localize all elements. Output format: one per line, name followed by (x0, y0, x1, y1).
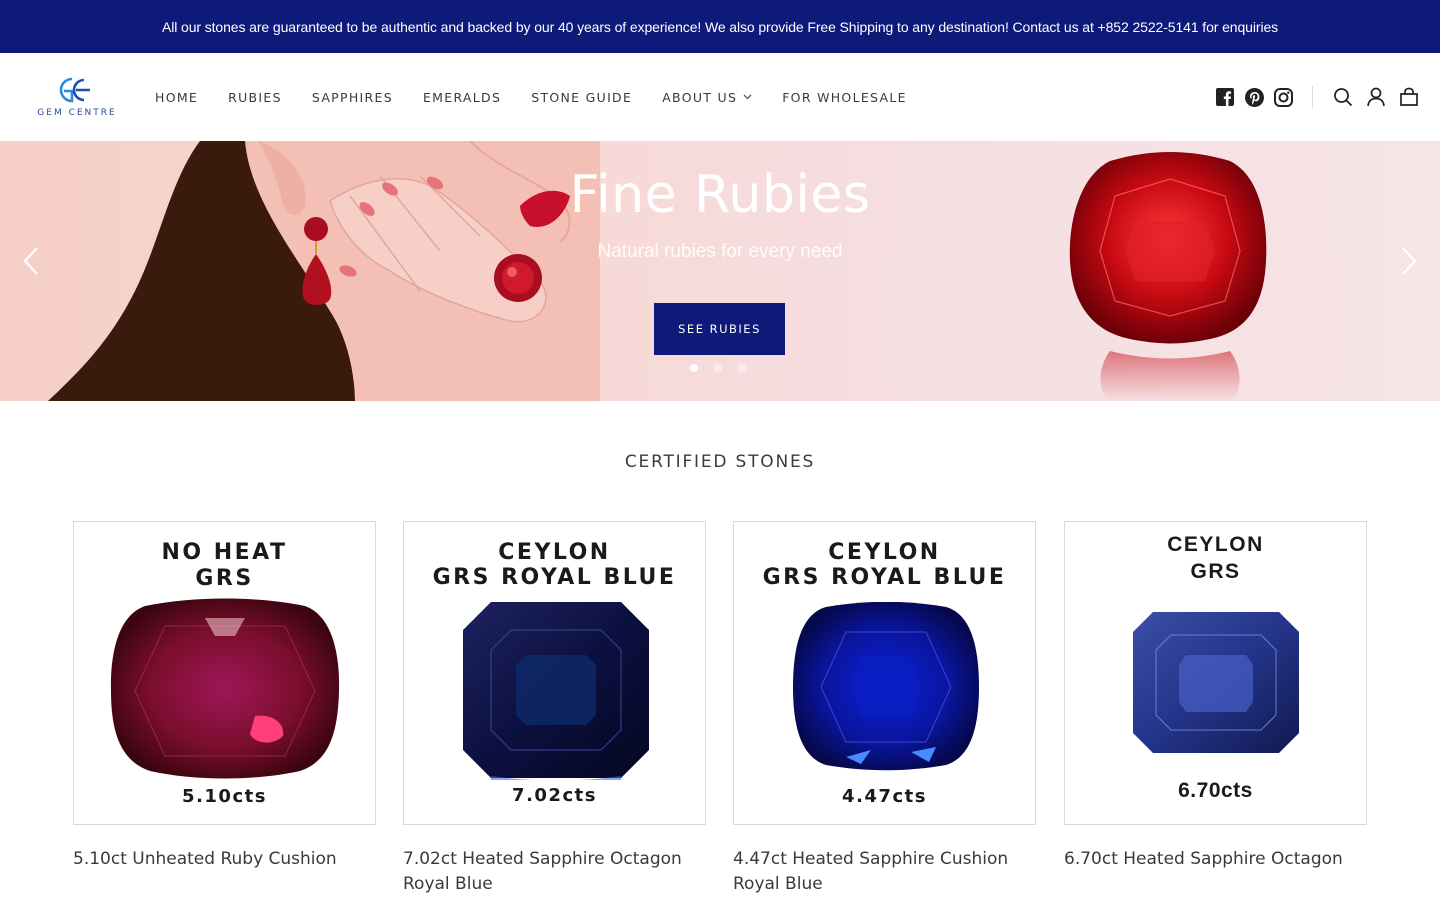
logo-text: GEM CENTRE (37, 108, 117, 118)
logo-mark-icon (59, 77, 90, 103)
product-label-line2: GRS (1190, 560, 1241, 583)
hero-subtitle: Natural rubies for every need (597, 241, 843, 262)
sapphire-gem-image (793, 602, 979, 771)
product-title[interactable]: 5.10ct Unheated Ruby Cushion (73, 847, 376, 872)
product-label-line2: GRS (195, 566, 254, 591)
product-card[interactable]: CEYLON GRS ROYAL BLUE 4.47cts 4.47ct Hea… (733, 521, 1036, 897)
header-divider (1312, 86, 1313, 108)
nav-label: HOME (155, 89, 199, 105)
slider-next-arrow[interactable] (1394, 241, 1424, 281)
product-weight-label: 4.47cts (842, 786, 927, 807)
chevron-down-icon (743, 94, 752, 100)
product-title[interactable]: 7.02ct Heated Sapphire Octagon Royal Blu… (403, 847, 706, 897)
nav-item-rubies[interactable]: RUBIES (228, 90, 282, 105)
main-nav: HOME RUBIES SAPPHIRES EMERALDS STONE GUI… (155, 53, 937, 141)
chevron-left-icon (23, 247, 38, 275)
nav-item-emeralds[interactable]: EMERALDS (423, 90, 501, 105)
instagram-icon[interactable] (1272, 86, 1294, 108)
nav-item-sapphires[interactable]: SAPPHIRES (312, 90, 393, 105)
product-title[interactable]: 6.70ct Heated Sapphire Octagon (1064, 847, 1367, 872)
product-label-line1: NO HEAT (161, 540, 288, 565)
announcement-bar: All our stones are guaranteed to be auth… (0, 0, 1440, 53)
section-title: CERTIFIED STONES (624, 452, 816, 472)
product-image[interactable]: NO HEAT GRS 5.10cts (73, 521, 376, 825)
see-rubies-button[interactable]: SEE RUBIES (654, 303, 785, 355)
product-card[interactable]: CEYLON GRS ROYAL BLUE 7.02cts 7.02ct Hea… (403, 521, 706, 897)
slider-prev-arrow[interactable] (16, 241, 46, 281)
product-weight-label: 6.70cts (1178, 779, 1253, 802)
product-card[interactable]: CEYLON GRS 6.70cts 6.70ct Heated Sapphir… (1064, 521, 1367, 872)
pinterest-icon[interactable] (1243, 86, 1265, 108)
product-label-line2: GRS ROYAL BLUE (762, 565, 1007, 590)
search-icon[interactable] (1332, 86, 1354, 108)
site-header: GEM CENTRE HOME RUBIES SAPPHIRES EMERALD… (0, 53, 1440, 141)
nav-item-for-wholesale[interactable]: FOR WHOLESALE (782, 90, 907, 105)
sapphire-gem-image (1133, 612, 1299, 753)
hero-title: Fine Rubies (569, 165, 871, 225)
chevron-right-icon (1402, 247, 1417, 275)
product-title[interactable]: 4.47ct Heated Sapphire Cushion Royal Blu… (733, 847, 1036, 897)
slider-dot[interactable] (714, 364, 722, 372)
product-weight-label: 7.02cts (512, 785, 597, 806)
nav-label: RUBIES (228, 89, 282, 105)
ruby-gem-image (110, 598, 340, 779)
nav-item-home[interactable]: HOME (155, 90, 198, 105)
slider-dots (690, 364, 746, 372)
nav-label: SAPPHIRES (311, 89, 393, 105)
nav-label: STONE GUIDE (531, 89, 633, 105)
nav-item-about-us[interactable]: ABOUT US (662, 90, 752, 105)
announcement-text: All our stones are guaranteed to be auth… (161, 18, 1279, 35)
product-label-line1: CEYLON (498, 540, 611, 565)
nav-label: FOR WHOLESALE (782, 89, 907, 105)
product-image[interactable]: CEYLON GRS ROYAL BLUE 4.47cts (733, 521, 1036, 825)
product-weight-label: 5.10cts (182, 786, 267, 807)
nav-item-stone-guide[interactable]: STONE GUIDE (531, 90, 632, 105)
sapphire-gem-image (463, 602, 649, 780)
slider-dot[interactable] (690, 364, 698, 372)
cart-icon[interactable] (1398, 86, 1420, 108)
slider-dot[interactable] (738, 364, 746, 372)
product-label-line1: CEYLON (828, 540, 941, 565)
header-icons (1207, 53, 1420, 141)
product-label-line1: CEYLON (1167, 533, 1264, 556)
nav-label: EMERALDS (422, 89, 502, 105)
logo[interactable]: GEM CENTRE (30, 73, 122, 123)
product-label-line2: GRS ROYAL BLUE (432, 565, 677, 590)
facebook-icon[interactable] (1214, 86, 1236, 108)
nav-label: ABOUT US (662, 89, 738, 105)
product-image[interactable]: CEYLON GRS ROYAL BLUE 7.02cts (403, 521, 706, 825)
account-icon[interactable] (1365, 86, 1387, 108)
hero-slider: Fine Rubies Natural rubies for every nee… (0, 141, 1440, 401)
product-image[interactable]: CEYLON GRS 6.70cts (1064, 521, 1367, 825)
product-card[interactable]: NO HEAT GRS 5.10cts 5.10ct Unheated Ruby… (73, 521, 376, 872)
